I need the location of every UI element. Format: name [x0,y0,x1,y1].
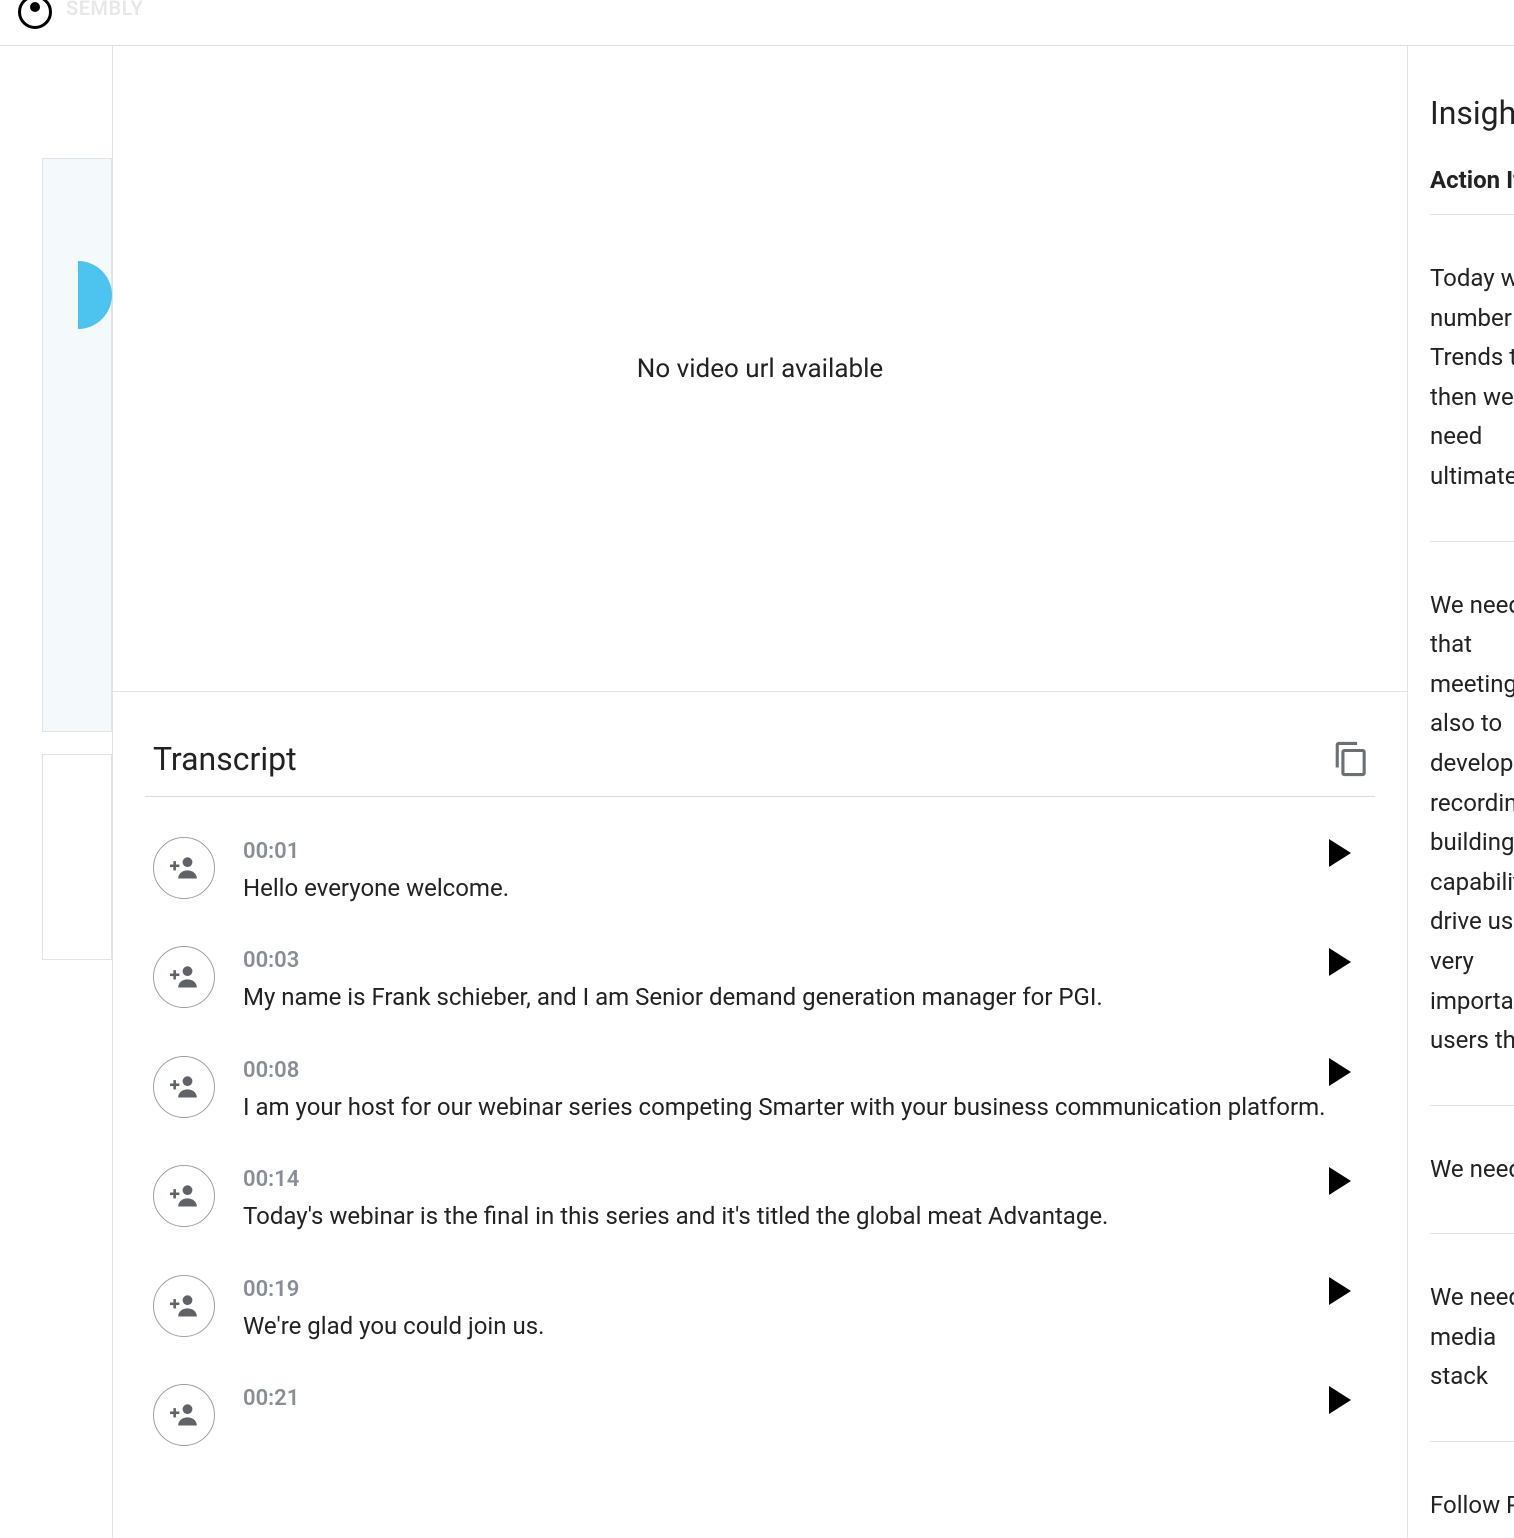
logo-icon [18,0,52,29]
transcript-row: 00:03 My name is Frank schieber, and I a… [145,946,1375,1013]
video-placeholder: No video url available [637,354,883,384]
transcript-row: 00:21 [145,1384,1375,1446]
left-card-bottom[interactable] [42,754,112,960]
transcript-list: 00:01 Hello everyone welcome. 00:03 My n… [145,797,1375,1446]
insight-text: We need [1430,1150,1514,1190]
left-sidebar [0,46,112,1538]
timestamp: 00:03 [243,948,1367,973]
insight-text: Follow PGI [1430,1486,1514,1526]
insights-title: Insights [1430,94,1514,132]
transcript-text: My name is Frank schieber, and I am Seni… [243,981,1367,1013]
product-name: SEMBLY [66,0,143,20]
insight-item[interactable]: Today we number of Trends that then we n… [1430,215,1514,542]
play-icon[interactable] [1329,1386,1351,1414]
action-items-heading: Action Items [1430,166,1514,215]
transcript-row: 00:14 Today's webinar is the final in th… [145,1165,1375,1232]
copy-icon[interactable] [1333,740,1367,778]
add-person-icon[interactable] [153,1165,215,1227]
insight-item[interactable]: We need that meeting also to develop rec… [1430,542,1514,1106]
transcript-row: 00:19 We're glad you could join us. [145,1275,1375,1342]
transcript-text: I am your host for our webinar series co… [243,1091,1367,1123]
transcript-title: Transcript [153,740,297,778]
transcript-row: 00:08 I am your host for our webinar ser… [145,1056,1375,1123]
play-icon[interactable] [1329,948,1351,976]
play-icon[interactable] [1329,1277,1351,1305]
timestamp: 00:01 [243,839,1367,864]
insight-text: We need that meeting also to develop rec… [1430,586,1514,1061]
play-icon[interactable] [1329,1167,1351,1195]
add-person-icon[interactable] [153,946,215,1008]
main-column: No video url available Transcript [112,46,1408,1538]
transcript-text: Hello everyone welcome. [243,872,1367,904]
transcript-header: Transcript [145,740,1375,797]
play-icon[interactable] [1329,839,1351,867]
top-bar: SEMBLY [0,0,1514,46]
insight-item[interactable]: Follow PGI [1430,1442,1514,1538]
video-area: No video url available [113,46,1407,692]
timestamp: 00:14 [243,1167,1367,1192]
insight-item[interactable]: We need [1430,1106,1514,1235]
add-person-icon[interactable] [153,1056,215,1118]
transcript-text: Today's webinar is the final in this ser… [243,1200,1367,1232]
timestamp: 00:19 [243,1277,1367,1302]
transcript-row: 00:01 Hello everyone welcome. [145,837,1375,904]
add-person-icon[interactable] [153,1275,215,1337]
play-icon[interactable] [1329,1058,1351,1086]
timestamp: 00:08 [243,1058,1367,1083]
insight-item[interactable]: We need media stack [1430,1234,1514,1442]
insight-text: We need media stack [1430,1278,1514,1397]
transcript-text: We're glad you could join us. [243,1310,1367,1342]
add-person-icon[interactable] [153,837,215,899]
left-card-top[interactable] [42,158,112,732]
insight-text: Today we number of Trends that then we n… [1430,259,1514,497]
add-person-icon[interactable] [153,1384,215,1446]
avatar-bubble [44,261,112,329]
timestamp: 00:21 [243,1386,1367,1411]
transcript-section: Transcript 00:01 Hello eve [113,692,1407,1538]
insights-column: Insights Action Items Today we number of… [1408,46,1514,1538]
